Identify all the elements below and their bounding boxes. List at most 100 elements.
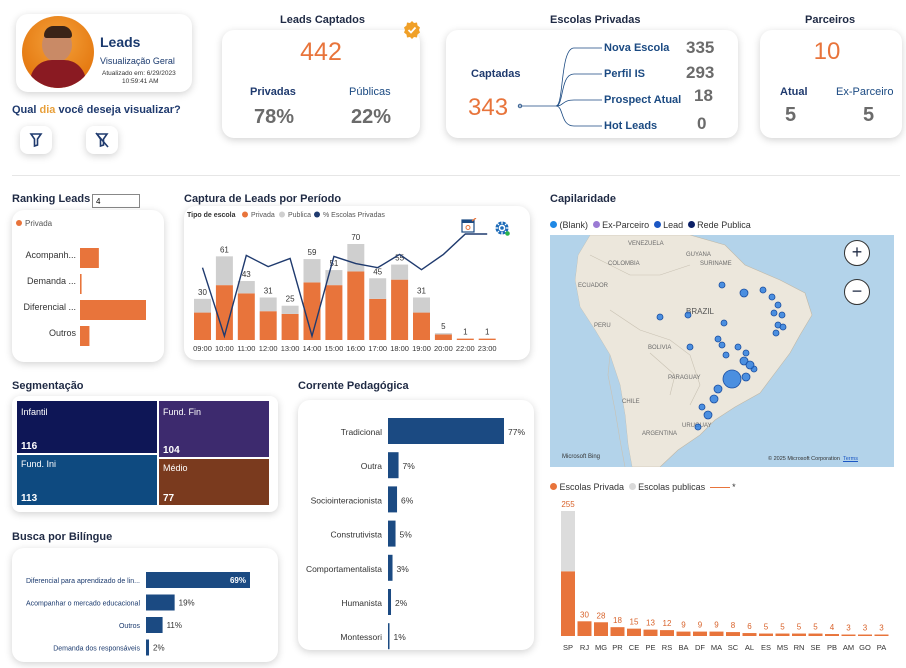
nova-escola-value: 335 [686, 38, 715, 57]
estado-category-label: BA [678, 643, 688, 652]
verified-badge-icon [403, 21, 421, 39]
estado-bar-privada [759, 633, 773, 636]
estado-bar-privada [858, 634, 872, 636]
estado-value-label: 255 [561, 500, 575, 509]
captura-category-label: 16:00 [346, 344, 365, 353]
escolas-privadas-card: Captadas 343 Nova Escola 335 Perfil IS 2… [446, 30, 738, 138]
estado-bar-privada [709, 631, 724, 636]
captura-bar-privada [434, 334, 452, 340]
captura-total-label: 43 [242, 270, 251, 279]
map-marker [739, 288, 749, 298]
captura-category-label: 20:00 [434, 344, 453, 353]
corrente-bar [388, 520, 396, 547]
map[interactable]: VENEZUELA COLOMBIA GUYANA SURINAME ECUAD… [550, 235, 894, 467]
estado-value-label: 5 [764, 623, 769, 632]
ranking-bar [80, 274, 82, 294]
legend-privada-dot [242, 211, 248, 218]
parceiros-title: Parceiros [805, 14, 856, 26]
map-marker [713, 384, 723, 394]
estado-value-label: 4 [830, 623, 835, 632]
export-icon[interactable] [461, 217, 477, 234]
estado-category-label: MA [711, 643, 722, 652]
bilingue-value-label: 2% [153, 644, 165, 653]
tree-connector [517, 47, 602, 127]
captura-bar-privada [325, 285, 343, 340]
ranking-card: Privada Acompanh... Demanda ... Diferencial… [12, 210, 164, 362]
capilaridade-title: Capilaridade [550, 193, 617, 205]
zoom-out-button[interactable]: − [844, 279, 870, 305]
estado-value-label: 8 [731, 621, 736, 630]
corrente-category-label: Construtivista [331, 530, 383, 540]
treemap-fund-ini[interactable]: Fund. Ini 113 [16, 454, 158, 506]
settings-icon[interactable] [494, 220, 510, 236]
atual-label: Atual [780, 86, 808, 98]
map-marker [720, 319, 728, 327]
estado-value-label: 9 [681, 621, 686, 630]
map-marker [772, 329, 780, 337]
estado-value-label: 28 [597, 611, 606, 620]
estado-category-label: RS [662, 643, 672, 652]
estado-category-label: CE [629, 643, 639, 652]
estado-bar-privada [627, 628, 641, 636]
estado-bar-privada [825, 634, 839, 636]
captura-total-label: 70 [351, 233, 360, 242]
captura-bar-publica [391, 264, 409, 280]
perfil-is-value: 293 [686, 63, 715, 82]
bilingue-category-label: Diferencial para aprendizado de lin... [26, 578, 140, 585]
estado-value-label: 13 [646, 619, 655, 628]
estados-legend: Escolas Privada Escolas publicas * [550, 482, 736, 492]
captura-total-label: 1 [463, 328, 468, 337]
corrente-value-label: 6% [401, 495, 414, 505]
captura-category-label: 13:00 [281, 344, 300, 353]
map-marker [741, 372, 751, 382]
captura-total-label: 31 [264, 286, 273, 295]
estado-category-label: SP [563, 643, 573, 652]
map-marker [684, 311, 692, 319]
map-marker [734, 343, 742, 351]
estado-value-label: 6 [747, 622, 752, 631]
map-marker [742, 349, 750, 357]
estado-bar-privada [610, 627, 625, 636]
filter-button[interactable] [20, 126, 52, 154]
map-marker [656, 313, 664, 321]
estado-category-label: MS [777, 643, 788, 652]
captura-bar-publica [281, 305, 299, 314]
corrente-category-label: Humanista [341, 598, 382, 608]
legend-privada-label: Privada [251, 212, 275, 219]
captura-bar-privada [347, 271, 365, 340]
estado-bar-privada [775, 633, 790, 636]
prospect-value: 18 [694, 86, 713, 105]
estado-bar-privada [808, 633, 823, 636]
treemap-fund-fin[interactable]: Fund. Fin 104 [158, 400, 270, 458]
ranking-bar [80, 300, 146, 320]
bilingue-card: Diferencial para aprendizado de lin... 69… [12, 548, 278, 662]
corrente-title: Corrente Pedagógica [298, 380, 409, 392]
estado-bar-privada [561, 571, 575, 636]
ranking-top-n-input[interactable] [92, 194, 140, 208]
map-marker [709, 394, 719, 404]
leads-captados-title: Leads Captados [280, 14, 365, 26]
publicas-label: Públicas [349, 86, 391, 98]
treemap-infantil[interactable]: Infantil 116 [16, 400, 158, 454]
treemap-medio[interactable]: Médio 77 [158, 458, 270, 506]
terms-link[interactable]: Terms [843, 456, 858, 462]
ranking-title: Ranking Leads [12, 193, 91, 205]
clear-filter-button[interactable] [86, 126, 118, 154]
captura-bar-publica [259, 297, 277, 312]
estado-bar-publica [561, 511, 575, 572]
captura-category-label: 19:00 [412, 344, 431, 353]
captura-category-label: 10:00 [215, 344, 234, 353]
corrente-value-label: 1% [394, 632, 407, 642]
legend-rede-publica: Rede Publica [697, 220, 751, 230]
captura-bar-publica [194, 298, 211, 313]
prospect-label: Prospect Atual [604, 94, 682, 106]
captura-bar-publica [413, 297, 430, 313]
legend-escolas-privada: Escolas Privada [559, 482, 625, 492]
captura-bar-privada [413, 312, 430, 340]
avatar [22, 16, 94, 88]
zoom-in-button[interactable]: + [844, 240, 870, 266]
corrente-category-label: Outra [361, 461, 383, 471]
map-marker [698, 403, 706, 411]
captura-bar-privada [456, 338, 474, 340]
captura-bar-privada [259, 311, 277, 340]
